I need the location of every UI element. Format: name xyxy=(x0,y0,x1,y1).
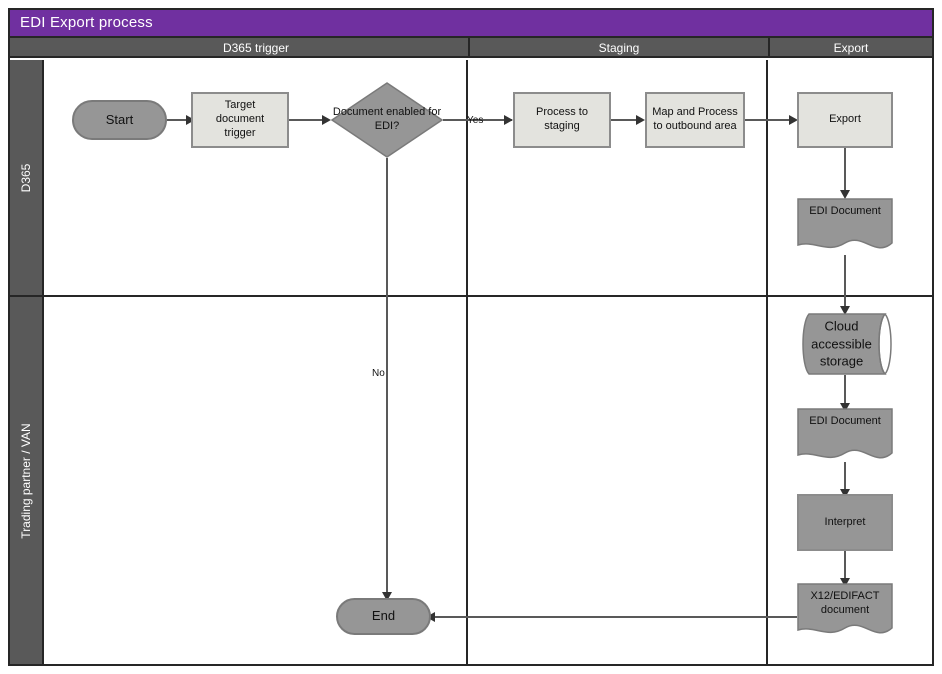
node-edi-document-bottom-label: EDI Document xyxy=(809,415,881,427)
flowchart-canvas: EDI Export process D365 trigger Staging … xyxy=(0,0,942,674)
node-x12-edifact-label: X12/EDIFACT document xyxy=(810,590,880,617)
diagram-title-bar: EDI Export process xyxy=(10,10,932,38)
node-decision-document-enabled[interactable]: Document enabled for EDI? xyxy=(331,82,443,158)
lane-header-d365: D365 xyxy=(10,60,44,295)
phase-divider-1 xyxy=(466,60,468,664)
node-export[interactable]: Export xyxy=(797,92,893,148)
phase-divider-2 xyxy=(766,60,768,664)
lane-label-trading-partner: Trading partner / VAN xyxy=(19,422,33,539)
phase-header-staging: Staging xyxy=(468,38,768,58)
node-interpret[interactable]: Interpret xyxy=(797,494,893,551)
phase-header-export: Export xyxy=(768,38,932,58)
edge-staging-to-map xyxy=(611,119,639,121)
edge-target-to-decision xyxy=(289,119,325,121)
node-cloud-storage-label: Cloud accessible storage xyxy=(811,318,872,369)
edge-decision-no xyxy=(386,158,388,595)
node-process-to-staging[interactable]: Process to staging xyxy=(513,92,611,148)
edge-label-no: No xyxy=(372,368,385,379)
node-end[interactable]: End xyxy=(336,598,431,635)
node-decision-label: Document enabled for EDI? xyxy=(332,106,442,132)
lane-label-d365: D365 xyxy=(19,163,33,192)
phase-header-band: D365 trigger Staging Export xyxy=(10,38,932,58)
node-target-document-trigger[interactable]: Target document trigger xyxy=(191,92,289,148)
edge-x12-to-end xyxy=(430,616,797,618)
node-start[interactable]: Start xyxy=(72,100,167,140)
node-map-and-process-outbound[interactable]: Map and Process to outbound area xyxy=(645,92,745,148)
phase-header-d365-trigger: D365 trigger xyxy=(222,41,290,55)
arrowhead-staging-to-map xyxy=(636,115,645,125)
node-x12-edifact-document[interactable]: X12/EDIFACT document xyxy=(797,583,893,640)
edge-export-to-edidoc1 xyxy=(844,148,846,194)
edge-label-yes: Yes xyxy=(467,115,484,126)
lane-header-trading-partner: Trading partner / VAN xyxy=(10,297,44,664)
arrowhead-decision-yes xyxy=(504,115,513,125)
node-edi-document-top-label: EDI Document xyxy=(809,205,881,217)
lane-divider xyxy=(10,295,932,297)
node-cloud-accessible-storage[interactable]: Cloud accessible storage xyxy=(795,313,900,375)
page-title: EDI Export process xyxy=(20,14,153,31)
node-edi-document-top[interactable]: EDI Document xyxy=(797,198,893,255)
arrowhead-target-to-decision xyxy=(322,115,331,125)
edge-map-to-export xyxy=(745,119,793,121)
node-edi-document-bottom[interactable]: EDI Document xyxy=(797,408,893,465)
edge-edidoc1-to-cloud xyxy=(844,255,846,310)
